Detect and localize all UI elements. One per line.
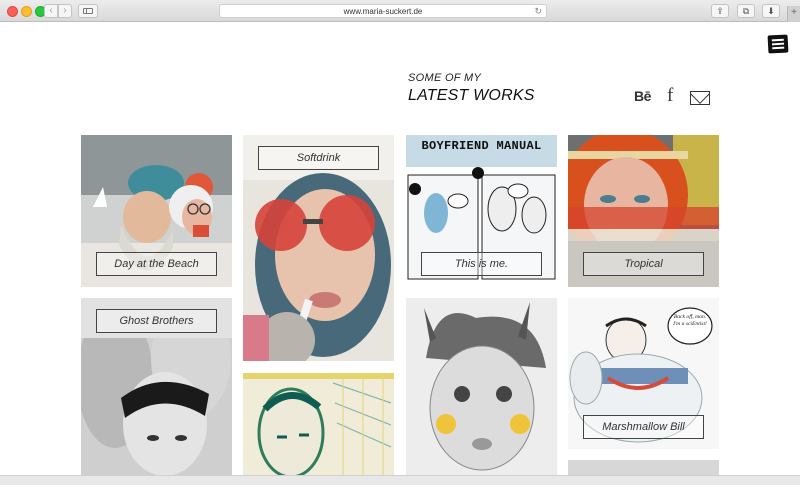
- downloads-button[interactable]: ⬇: [762, 4, 780, 18]
- menu-line: [771, 38, 784, 42]
- tile-label-softdrink[interactable]: Softdrink: [258, 146, 379, 170]
- new-tab-button[interactable]: +: [787, 6, 800, 22]
- sidebar-icon: [83, 8, 93, 14]
- gallery-tile-tropical[interactable]: Tropical: [568, 135, 719, 287]
- green-sketch-artwork: [243, 373, 394, 475]
- facebook-icon[interactable]: f: [667, 86, 673, 106]
- forward-button[interactable]: ›: [58, 4, 72, 18]
- gallery-tile-partial[interactable]: [568, 460, 719, 475]
- reload-icon[interactable]: ↻: [534, 5, 542, 18]
- share-icon: ⇪: [716, 6, 724, 16]
- tile-label-marshmallow-bill[interactable]: Marshmallow Bill: [583, 415, 704, 439]
- tile-label-this-is-me[interactable]: This is me.: [421, 252, 542, 276]
- horizontal-scrollbar[interactable]: [0, 475, 800, 485]
- close-window-button[interactable]: [7, 6, 18, 17]
- tile-label-day-at-the-beach[interactable]: Day at the Beach: [96, 252, 217, 276]
- menu-line: [772, 46, 785, 50]
- download-icon: ⬇: [767, 6, 775, 16]
- address-bar[interactable]: www.maria-suckert.de ↻: [219, 4, 547, 18]
- tabs-icon: ⧉: [742, 6, 750, 16]
- boyfriend-manual-title: BOYFRIEND MANUAL: [421, 139, 542, 153]
- url-text: www.maria-suckert.de: [343, 7, 423, 16]
- browser-toolbar: ‹ › www.maria-suckert.de ↻ ⇪ ⧉ ⬇ +: [0, 0, 800, 22]
- menu-line: [771, 42, 785, 46]
- behance-icon[interactable]: Bē: [634, 86, 651, 106]
- minimize-window-button[interactable]: [21, 6, 32, 17]
- sidebar-toggle-button[interactable]: [78, 4, 98, 18]
- back-button[interactable]: ‹: [44, 4, 58, 18]
- baby-portrait-artwork: [406, 298, 557, 475]
- page-content: SOME OF MY LATEST WORKS Bē f Day at the …: [0, 22, 800, 475]
- section-title: LATEST WORKS: [408, 87, 535, 104]
- gallery-tile-baby-portrait[interactable]: [406, 298, 557, 475]
- hamburger-menu-button[interactable]: [767, 34, 789, 54]
- gallery-tile-softdrink[interactable]: Softdrink: [243, 135, 394, 361]
- tab-overview-button[interactable]: ⧉: [737, 4, 755, 18]
- chevron-left-icon: ‹: [49, 5, 53, 16]
- mail-icon[interactable]: [690, 91, 710, 105]
- tile-label-ghost-brothers[interactable]: Ghost Brothers: [96, 309, 217, 333]
- gallery-tile-this-is-me[interactable]: BOYFRIEND MANUAL This is me.: [406, 135, 557, 287]
- plus-icon: +: [791, 7, 797, 18]
- gallery-tile-ghost-brothers[interactable]: Ghost Brothers: [81, 298, 232, 475]
- gallery-tile-marshmallow-bill[interactable]: Back off, man. I'm a sciEntist! Marshmal…: [568, 298, 719, 449]
- section-kicker: SOME OF MY: [408, 72, 482, 84]
- share-button[interactable]: ⇪: [711, 4, 729, 18]
- gallery-tile-green-sketch[interactable]: [243, 373, 394, 475]
- speech-bubble-text: Back off, man. I'm a sciEntist!: [673, 314, 707, 327]
- tile-label-tropical[interactable]: Tropical: [583, 252, 704, 276]
- gallery-tile-day-at-the-beach[interactable]: Day at the Beach: [81, 135, 232, 287]
- chevron-right-icon: ›: [63, 5, 67, 16]
